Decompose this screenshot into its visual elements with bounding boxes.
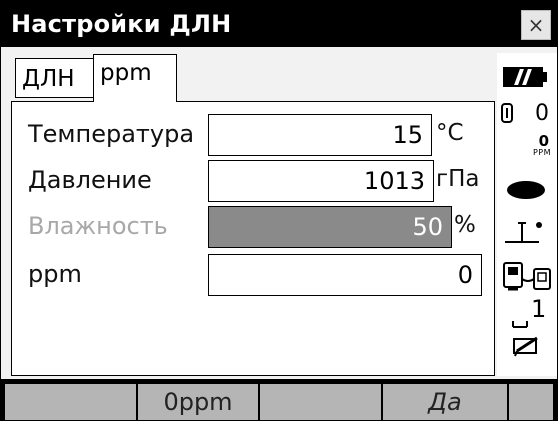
humidity-unit: % <box>454 212 476 238</box>
softkey-3[interactable] <box>260 384 381 420</box>
softkey-5[interactable] <box>509 384 553 420</box>
softkey-1[interactable] <box>5 384 136 420</box>
close-icon: × <box>527 13 545 37</box>
ppm-indicator[interactable]: 0 PPM <box>503 133 553 163</box>
tab-label: ppm <box>100 60 152 86</box>
pressure-label: Давление <box>28 166 152 194</box>
tab-label: ДЛН <box>22 66 75 92</box>
title-bar: Настройки ДЛН × <box>1 1 557 47</box>
pressure-unit: гПа <box>436 166 480 192</box>
prism-constant-indicator[interactable]: 0 <box>501 101 555 127</box>
settings-window: Настройки ДЛН × ДЛН ppm Температура 15 °… <box>0 0 558 421</box>
temperature-unit: °C <box>436 120 464 146</box>
level-indicator[interactable]: 1 <box>511 295 551 329</box>
softkey-bar: 0ppm Да <box>1 379 557 420</box>
ppm-field[interactable]: 0 <box>208 254 482 296</box>
battery-icon <box>503 67 547 87</box>
temperature-field[interactable]: 15 <box>208 114 432 156</box>
level-value: 1 <box>531 295 547 323</box>
status-column: 0 0 PPM 1 <box>497 53 557 376</box>
target-icon[interactable] <box>507 181 545 199</box>
ppm-indicator-value: 0 <box>538 132 549 150</box>
tab-ppm[interactable]: ppm <box>93 54 177 102</box>
window-title: Настройки ДЛН <box>11 10 232 38</box>
ppm-settings-panel: Температура 15 °C Давление 1013 гПа Влаж… <box>11 101 495 376</box>
communication-icon[interactable] <box>501 261 553 293</box>
prism-icon <box>501 103 513 123</box>
close-button[interactable]: × <box>521 10 551 40</box>
tab-dln[interactable]: ДЛН <box>15 58 95 98</box>
edit-icon[interactable] <box>511 335 541 359</box>
ppm-indicator-label: PPM <box>532 148 551 157</box>
softkey-yes[interactable]: Да <box>383 384 507 420</box>
tilt-icon[interactable] <box>503 215 547 245</box>
pressure-field[interactable]: 1013 <box>208 160 434 202</box>
temperature-label: Температура <box>28 120 195 148</box>
ppm-label: ppm <box>28 260 82 288</box>
humidity-field: 50 <box>208 206 452 248</box>
humidity-label: Влажность <box>28 212 168 240</box>
softkey-0ppm[interactable]: 0ppm <box>138 384 258 420</box>
prism-constant-value: 0 <box>535 101 549 126</box>
